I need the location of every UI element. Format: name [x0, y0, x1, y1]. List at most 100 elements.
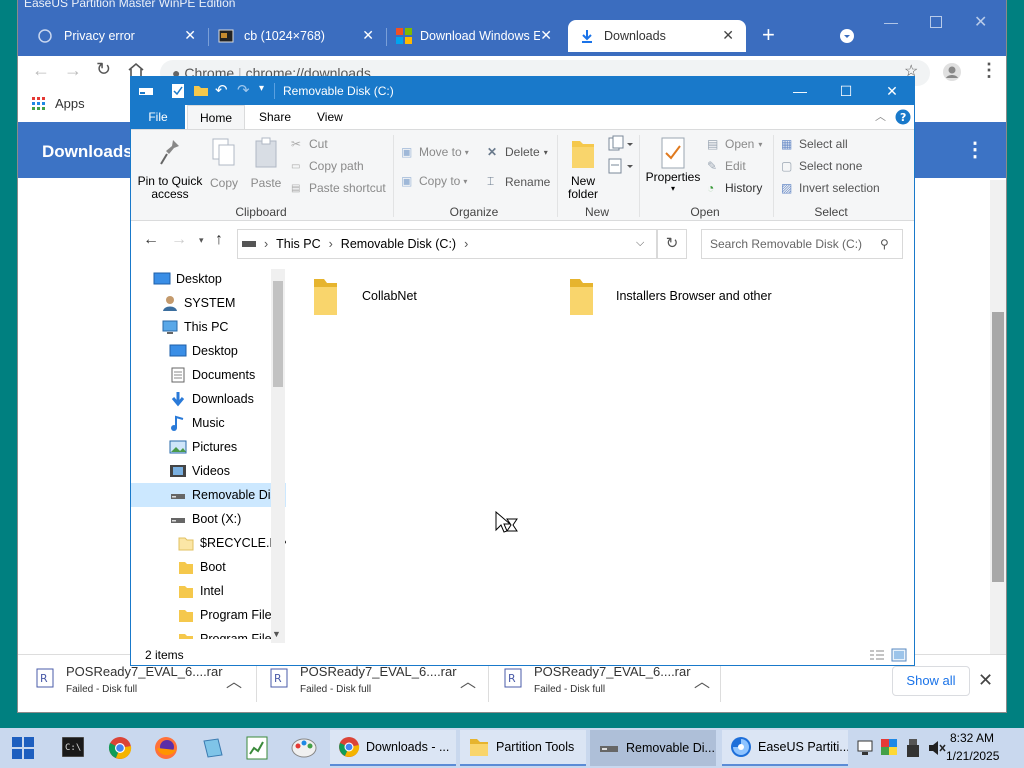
invert-selection-button[interactable]: ▨ Invert selection [781, 181, 880, 195]
tab-privacy-error[interactable]: Privacy error ✕ [28, 20, 208, 52]
spreadsheet-icon[interactable] [246, 736, 268, 760]
taskbar-chrome-downloads[interactable]: Downloads - ... [330, 730, 456, 766]
reload-button[interactable]: ↻ [96, 59, 111, 80]
network-tray-icon[interactable] [856, 739, 876, 757]
chevron-up-icon[interactable]: ︿ [460, 668, 476, 692]
history-button[interactable]: ◔ History [707, 181, 762, 195]
page-scrollbar-thumb[interactable] [992, 312, 1004, 582]
clock-date[interactable]: 1/21/2025 [946, 749, 999, 763]
help-icon[interactable]: ? [895, 109, 911, 125]
close-tab-icon[interactable]: ✕ [540, 28, 552, 42]
command-prompt-icon[interactable]: C:\ [62, 737, 84, 757]
nav-item-desktop[interactable]: Desktop [131, 267, 286, 291]
tab-home[interactable]: Home [187, 105, 246, 129]
tab-file[interactable]: File [131, 105, 185, 129]
clock-time[interactable]: 8:32 AM [950, 731, 994, 745]
nav-back-button[interactable]: ← [143, 231, 159, 249]
qat-dropdown-icon[interactable]: ▾ [259, 83, 264, 94]
address-box[interactable]: › This PC › Removable Disk (C:) › ⌵ [237, 229, 657, 259]
show-all-button[interactable]: Show all [892, 666, 970, 696]
explorer-close-button[interactable]: ✕ [869, 77, 915, 105]
close-tab-icon[interactable]: ✕ [362, 28, 374, 42]
download-item[interactable]: R POSReady7_EVAL_6....rar Failed - Disk … [504, 664, 736, 704]
details-view-icon[interactable] [869, 649, 885, 661]
nav-item-this-pc[interactable]: This PC [131, 315, 286, 339]
taskbar-partition-tools[interactable]: Partition Tools [460, 730, 586, 766]
nav-item-documents[interactable]: Documents [131, 363, 286, 387]
cut-button[interactable]: ✂ Cut [291, 137, 328, 151]
nav-item-program-files-x86[interactable]: Program Files [131, 627, 286, 639]
downloads-menu-icon[interactable]: ⋮ [965, 140, 985, 160]
copy-path-button[interactable]: ▭ Copy path [291, 159, 364, 173]
nav-item-recycle-bin[interactable]: $RECYCLE.BIN [131, 531, 286, 555]
move-to-button[interactable]: ▣ Move to ▾ [401, 145, 469, 159]
apps-shortcut[interactable]: Apps [32, 96, 85, 111]
nav-scrollbar-thumb[interactable] [273, 281, 283, 387]
properties-button[interactable]: Properties ▾ [643, 137, 703, 194]
maximize-button[interactable] [930, 16, 942, 28]
collapse-ribbon-icon[interactable]: ︿ [875, 108, 886, 124]
close-tab-icon[interactable]: ✕ [722, 28, 734, 42]
delete-button[interactable]: ✕ Delete ▾ [487, 145, 548, 159]
copy-button[interactable]: Copy [205, 137, 243, 190]
file-item-folder[interactable]: CollabNet [311, 275, 417, 317]
refresh-button[interactable]: ↻ [657, 229, 687, 259]
nav-item-boot[interactable]: Boot [131, 555, 286, 579]
notepad-icon[interactable] [200, 737, 224, 759]
new-tab-button[interactable]: + [762, 22, 775, 48]
new-folder-button[interactable]: New folder [563, 137, 603, 201]
taskbar-removable-disk[interactable]: Removable Di... [590, 730, 716, 766]
breadcrumb-this-pc[interactable]: This PC [276, 237, 320, 251]
select-all-button[interactable]: ▦ Select all [781, 137, 848, 151]
explorer-minimize-button[interactable]: — [777, 77, 823, 105]
select-none-button[interactable]: ▢ Select none [781, 159, 862, 173]
profile-avatar-icon[interactable] [942, 62, 962, 82]
tab-cb[interactable]: cb (1024×768) ✕ [210, 20, 386, 52]
volume-muted-icon[interactable] [928, 740, 946, 756]
pin-to-quick-access-button[interactable]: Pin to Quick access [137, 137, 203, 201]
tab-download-windows[interactable]: Download Windows E ✕ [388, 20, 564, 52]
file-item-folder[interactable]: Installers Browser and other [567, 275, 772, 317]
nav-item-music[interactable]: Music [131, 411, 286, 435]
tab-share[interactable]: Share [247, 105, 303, 129]
redo-icon[interactable]: ↷ [237, 81, 250, 99]
large-icons-view-icon[interactable] [891, 648, 907, 662]
forward-button[interactable]: → [64, 60, 82, 81]
paste-shortcut-button[interactable]: ▤ Paste shortcut [291, 181, 386, 195]
taskbar-easeus[interactable]: EaseUS Partiti... [722, 730, 848, 766]
minimize-button[interactable]: — [884, 14, 898, 30]
paint-icon[interactable] [290, 736, 318, 760]
chrome-menu-icon[interactable]: ⋮ [980, 60, 998, 81]
chevron-up-icon[interactable]: ︿ [226, 668, 242, 692]
close-tab-icon[interactable]: ✕ [184, 28, 196, 42]
tab-view[interactable]: View [305, 105, 355, 129]
open-button[interactable]: ▤ Open ▾ [707, 137, 762, 151]
search-input[interactable]: Search Removable Disk (C:) ⚲ [701, 229, 903, 259]
undo-icon[interactable]: ↶ [215, 81, 228, 99]
easy-access-icon[interactable] [607, 157, 633, 175]
edit-button[interactable]: ✎ Edit [707, 159, 746, 173]
rename-button[interactable]: ⌶ Rename [487, 174, 550, 189]
usb-drive-tray-icon[interactable] [906, 738, 920, 758]
nav-item-desktop-2[interactable]: Desktop [131, 339, 286, 363]
profile-dropdown-icon[interactable] [839, 28, 855, 44]
download-item[interactable]: R POSReady7_EVAL_6....rar Failed - Disk … [36, 664, 268, 704]
chevron-up-icon[interactable]: ︿ [694, 668, 710, 692]
recent-locations-icon[interactable]: ▾ [199, 235, 204, 246]
properties-qat-icon[interactable] [171, 83, 185, 99]
nav-item-pictures[interactable]: Pictures [131, 435, 286, 459]
nav-scroll-down-icon[interactable]: ▼ [272, 629, 281, 639]
nav-item-videos[interactable]: Videos [131, 459, 286, 483]
paste-button[interactable]: Paste [247, 137, 285, 190]
windows-start-icon[interactable] [12, 737, 34, 759]
up-button[interactable]: ↑ [215, 231, 223, 249]
nav-item-program-files[interactable]: Program Files [131, 603, 286, 627]
address-dropdown-icon[interactable]: ⌵ [636, 237, 644, 250]
back-button[interactable]: ← [32, 60, 50, 81]
nav-item-system[interactable]: SYSTEM [131, 291, 286, 315]
color-tray-icon[interactable] [880, 738, 898, 756]
new-item-icon[interactable] [607, 135, 633, 153]
download-item[interactable]: R POSReady7_EVAL_6....rar Failed - Disk … [270, 664, 502, 704]
nav-item-downloads[interactable]: Downloads [131, 387, 286, 411]
firefox-icon[interactable] [154, 736, 178, 760]
